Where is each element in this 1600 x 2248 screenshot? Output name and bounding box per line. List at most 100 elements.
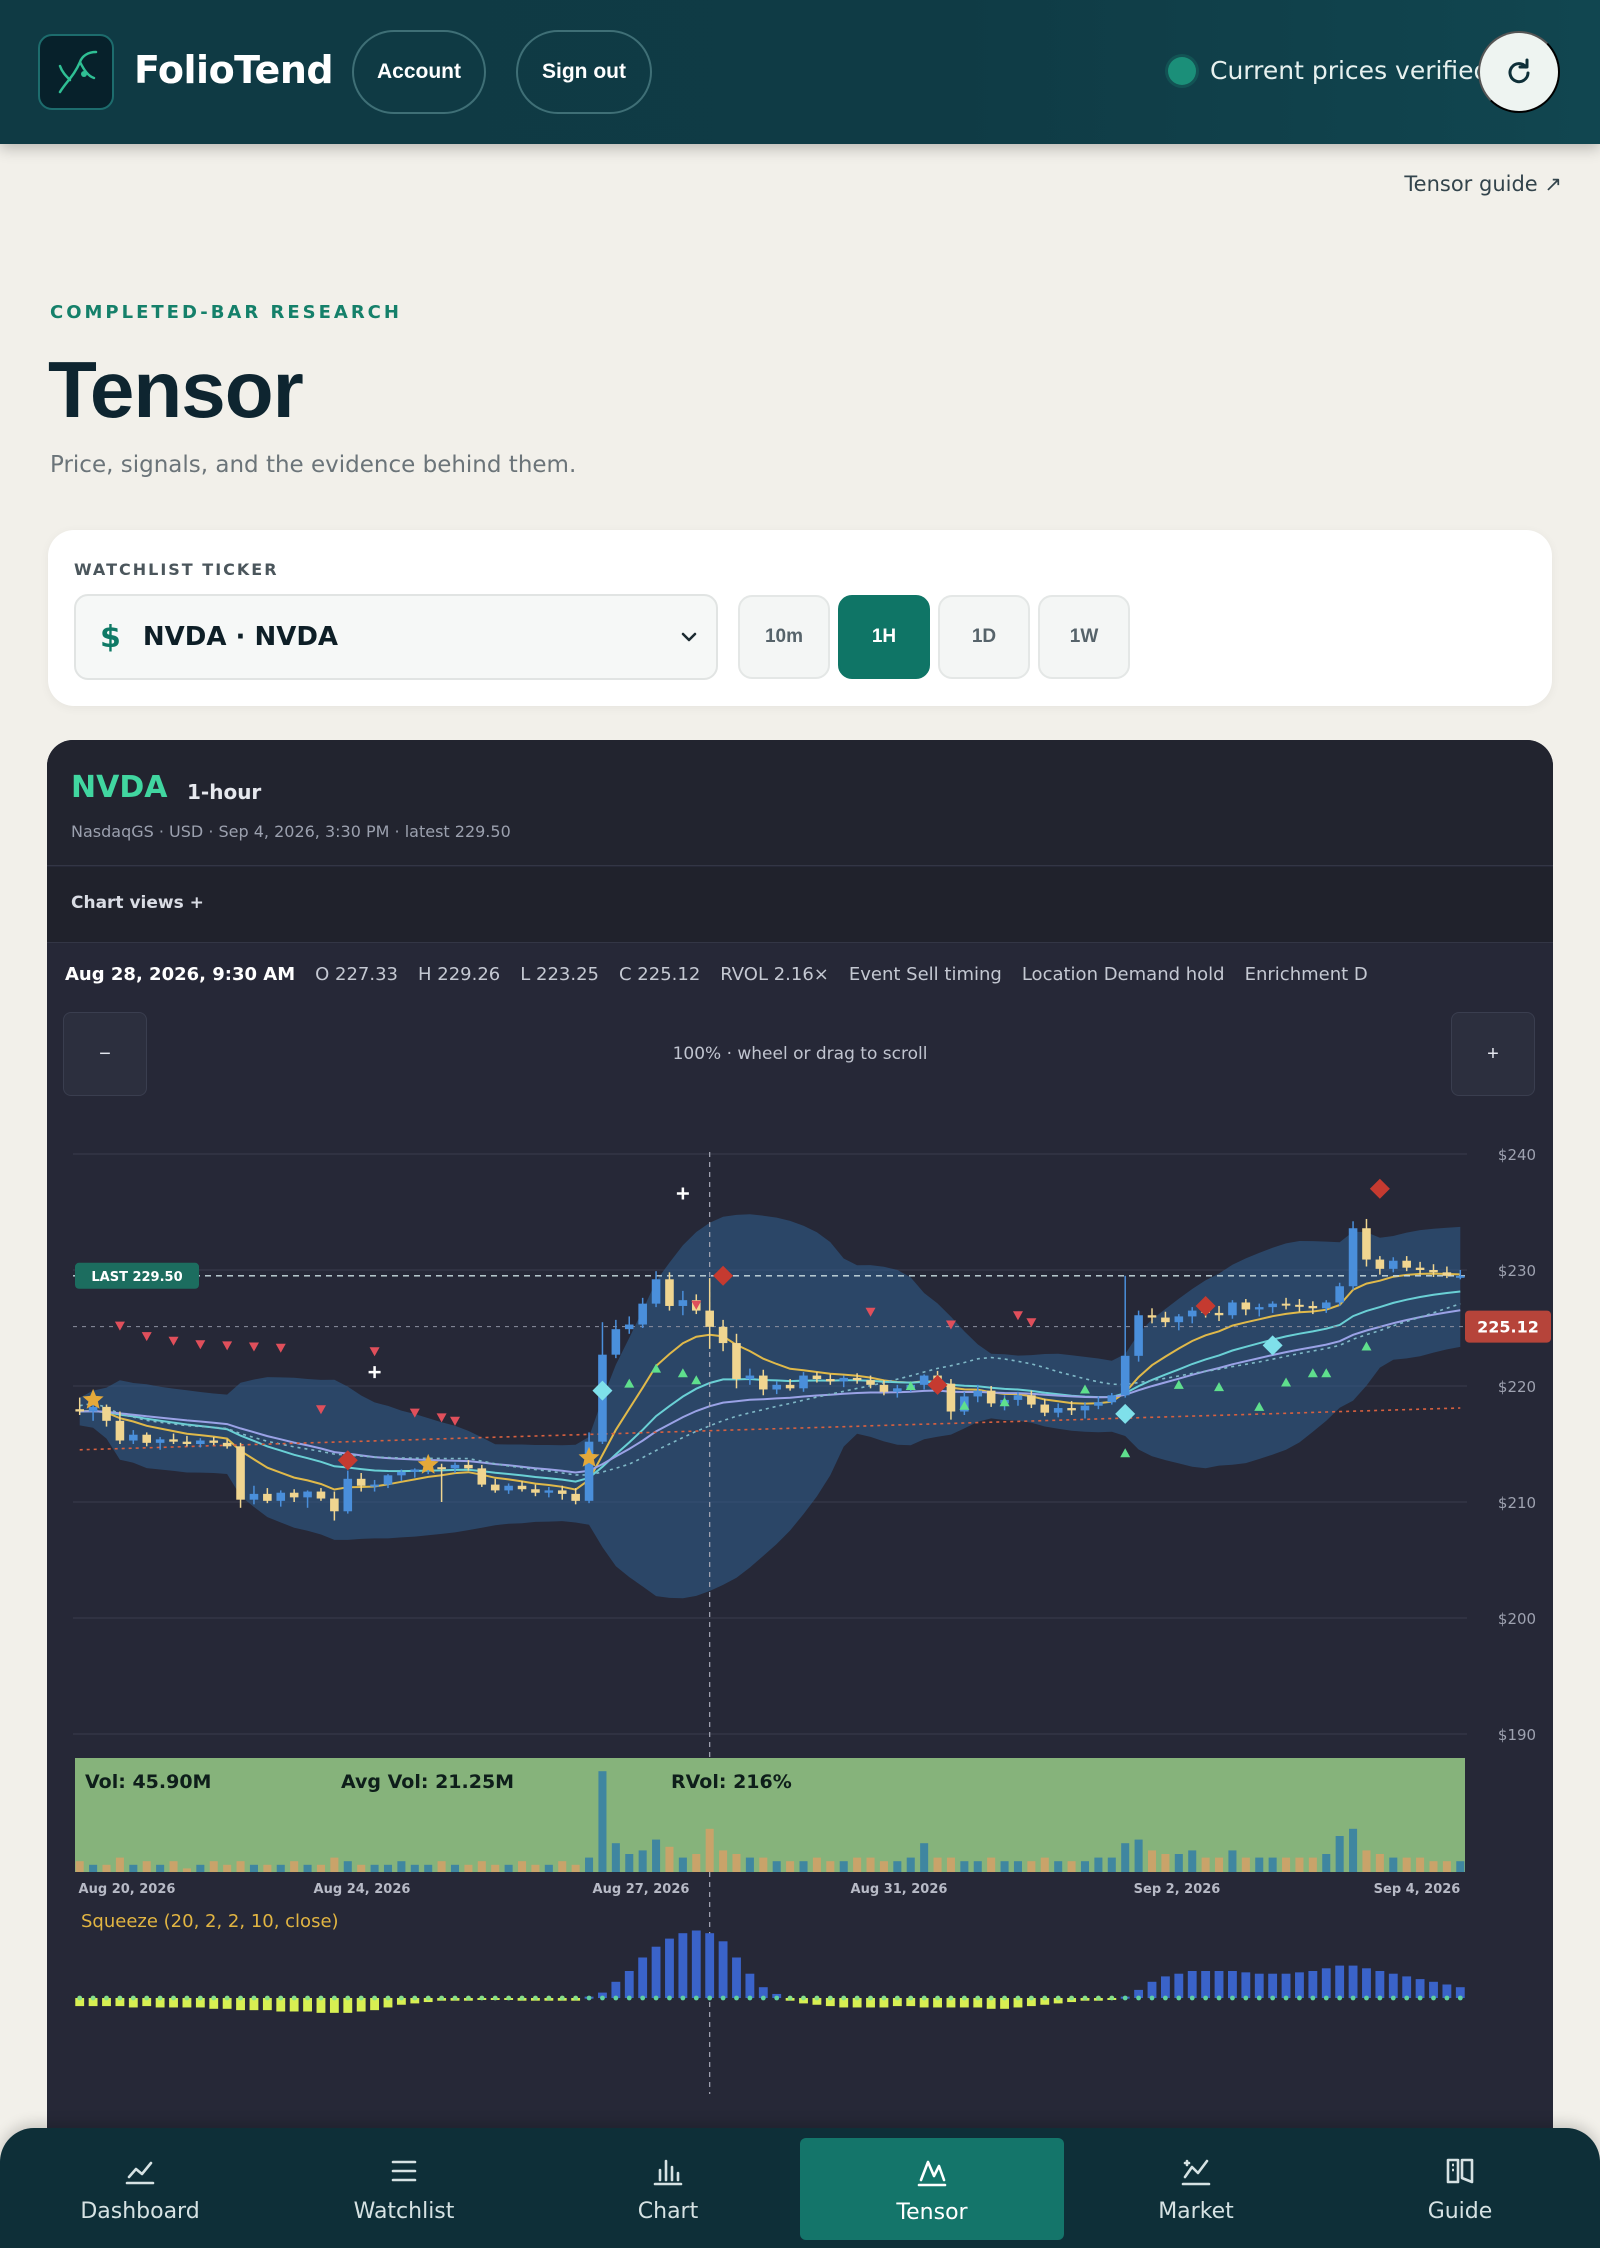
nav-guide[interactable]: Guide <box>1328 2128 1592 2248</box>
dashboard-icon <box>125 2161 155 2184</box>
volume-bar <box>598 1771 607 1872</box>
timeframe-1h-button[interactable]: 1H <box>838 595 930 679</box>
nav-market-label: Market <box>1158 2198 1234 2224</box>
squeeze-dot <box>975 1995 981 2001</box>
candle-body <box>1456 1275 1465 1278</box>
candle-body <box>893 1388 902 1392</box>
nav-tensor-label: Tensor <box>896 2199 968 2225</box>
squeeze-dot <box>573 1995 579 2001</box>
nav-dashboard[interactable]: Dashboard <box>8 2128 272 2248</box>
sell-signal-icon <box>141 1332 152 1342</box>
top-bar: FolioTend Account Sign out Current price… <box>0 0 1600 144</box>
squeeze-dot <box>1095 1995 1101 2001</box>
squeeze-dot <box>1243 1995 1249 2001</box>
volume-bar <box>1107 1857 1116 1872</box>
sign-out-button[interactable]: Sign out <box>516 30 652 114</box>
squeeze-bar <box>705 1933 715 1998</box>
candle-body <box>544 1490 554 1493</box>
volume-bar <box>678 1857 687 1872</box>
nav-chart[interactable]: Chart <box>536 2128 800 2248</box>
squeeze-dot <box>774 1995 780 2001</box>
sell-signal-icon <box>222 1341 233 1351</box>
price-status-text: Current prices verified <box>1210 56 1490 85</box>
volume-bar <box>370 1864 379 1872</box>
volume-bar <box>732 1854 741 1872</box>
timeframe-1d-button[interactable]: 1D <box>938 595 1030 679</box>
candle-body <box>557 1490 567 1494</box>
refresh-icon <box>1508 58 1530 84</box>
squeeze-dot <box>479 1995 485 2001</box>
candle-body <box>799 1375 808 1389</box>
timeframe-10m-button[interactable]: 10m <box>738 595 830 679</box>
squeeze-dot <box>1377 1995 1383 2001</box>
volume-bar <box>223 1864 232 1872</box>
volume-bar <box>960 1861 969 1872</box>
volume-bar <box>705 1828 714 1872</box>
brand-logo-icon[interactable] <box>38 34 114 110</box>
squeeze-dot <box>1444 1995 1450 2001</box>
tensor-guide-link[interactable]: Tensor guide ↗ <box>1404 172 1562 196</box>
squeeze-dot <box>331 1995 337 2001</box>
volume-bar <box>1416 1857 1425 1872</box>
refresh-button[interactable] <box>1478 31 1560 113</box>
candle-body <box>75 1409 84 1412</box>
candle-body <box>1067 1408 1076 1411</box>
dollar-icon: $ <box>100 619 121 655</box>
ticker-select[interactable]: $ NVDA · NVDA <box>74 594 718 680</box>
candle-body <box>1094 1402 1103 1406</box>
candle-body <box>517 1485 527 1490</box>
volume-bar <box>638 1850 647 1872</box>
candle-body <box>946 1383 956 1412</box>
candle-body <box>678 1300 688 1306</box>
squeeze-dot <box>318 1995 324 2001</box>
candle-body <box>1442 1272 1452 1276</box>
volume-bar <box>1268 1857 1277 1872</box>
candle-body <box>129 1434 138 1441</box>
candle-body <box>249 1493 259 1500</box>
squeeze-bar <box>1308 1971 1318 1998</box>
brand-name[interactable]: FolioTend <box>134 48 334 92</box>
volume-bar <box>786 1861 795 1872</box>
guide-icon <box>1446 2158 1474 2183</box>
nav-tensor[interactable]: Tensor <box>800 2138 1064 2240</box>
candle-body <box>330 1498 339 1512</box>
volume-bar <box>839 1861 848 1872</box>
candle-body <box>1214 1312 1224 1316</box>
squeeze-dot <box>868 1995 873 2001</box>
squeeze-dot <box>1350 1995 1356 2001</box>
volume-bar <box>518 1861 527 1872</box>
volume-bar <box>853 1857 862 1872</box>
price-chart[interactable]: Vol: 45.90M Avg Vol: 21.25M RVol: 216% Squ… <box>47 740 1553 2140</box>
timeframe-1w-button[interactable]: 1W <box>1038 595 1130 679</box>
volume-bar <box>343 1861 352 1872</box>
squeeze-dot <box>680 1995 686 2001</box>
squeeze-bar <box>1147 1981 1157 1998</box>
ticker-card: WATCHLIST TICKER $ NVDA · NVDA 10m 1H 1D… <box>48 530 1552 706</box>
volume-bar <box>879 1861 888 1872</box>
nav-market[interactable]: Market <box>1064 2128 1328 2248</box>
volume-stat-label: Vol: 45.90M <box>85 1771 211 1793</box>
volume-bar <box>973 1861 982 1872</box>
volume-bar <box>290 1861 299 1872</box>
squeeze-dot <box>600 1995 605 2001</box>
candle-body <box>732 1343 741 1380</box>
squeeze-dot <box>1015 1995 1021 2001</box>
volume-bar <box>303 1864 312 1872</box>
candle-body <box>316 1491 326 1499</box>
squeeze-bar <box>1228 1971 1237 1998</box>
volume-bar <box>826 1861 835 1872</box>
volume-bar <box>1389 1857 1398 1872</box>
candle-body <box>182 1441 192 1444</box>
squeeze-dot <box>559 1995 565 2001</box>
candle-body <box>611 1329 621 1355</box>
squeeze-dot <box>533 1995 538 2001</box>
squeeze-bar <box>1335 1965 1345 1998</box>
account-button[interactable]: Account <box>352 30 486 114</box>
volume-bar <box>102 1864 111 1872</box>
nav-watchlist-label: Watchlist <box>353 2198 455 2224</box>
volume-bar <box>424 1864 433 1872</box>
nav-watchlist[interactable]: Watchlist <box>272 2128 536 2248</box>
volume-bar <box>236 1861 245 1872</box>
candle-body <box>1228 1302 1237 1316</box>
volume-bar <box>1201 1857 1210 1872</box>
